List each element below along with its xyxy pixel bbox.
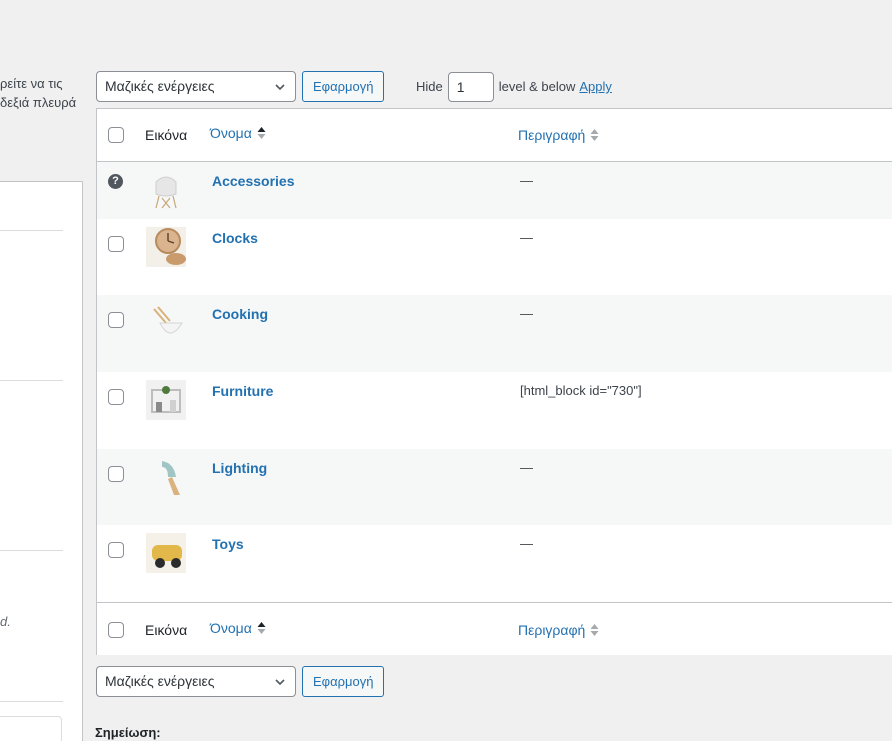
bulk-action-select[interactable]: Μαζικές ενέργειες xyxy=(96,71,296,102)
shelf-thumbnail-icon xyxy=(146,380,186,420)
note-label: Σημείωση: xyxy=(95,725,161,740)
lamp-thumbnail-icon xyxy=(162,461,180,495)
column-description-sort[interactable]: Περιγραφή xyxy=(518,622,599,638)
hide-label: Hide xyxy=(416,79,443,94)
sort-icon xyxy=(590,624,599,636)
panel-divider xyxy=(0,230,63,231)
hide-levels-control: Hide 1 level & below Apply xyxy=(416,71,612,102)
bulk-actions-top: Μαζικές ενέργειες Εφαρμογή xyxy=(96,71,385,102)
panel-divider xyxy=(0,380,63,381)
row-checkbox[interactable] xyxy=(108,312,124,328)
row-name-link[interactable]: Cooking xyxy=(212,306,268,322)
row-checkbox[interactable] xyxy=(108,542,124,558)
left-description: ρείτε να τις δεξιά πλευρά xyxy=(0,74,76,112)
panel-divider xyxy=(0,550,63,551)
bowl-thumbnail-icon xyxy=(153,306,183,334)
hide-level-input[interactable]: 1 xyxy=(447,71,494,102)
left-desc-line2: δεξιά πλευρά xyxy=(0,95,77,110)
row-checkbox[interactable] xyxy=(108,466,124,482)
row-description: [html_block id="730"] xyxy=(520,383,642,398)
clock-thumbnail-icon xyxy=(146,227,186,267)
chevron-down-icon xyxy=(275,84,285,91)
chair-thumbnail-icon xyxy=(155,176,177,209)
categories-table: Εικόνα Όνομα Περιγραφή ? Accessories — C… xyxy=(96,108,892,655)
column-description-label: Περιγραφή xyxy=(518,127,586,143)
row-description: — xyxy=(520,306,533,321)
bulk-action-selected: Μαζικές ενέργειες xyxy=(105,78,215,94)
bulk-actions-bottom: Μαζικές ενέργειες Εφαρμογή xyxy=(96,666,385,697)
bulk-action-selected: Μαζικές ενέργειες xyxy=(105,673,215,689)
hide-suffix-label: level & below xyxy=(498,79,576,94)
column-description-sort[interactable]: Περιγραφή xyxy=(518,127,599,143)
row-description: — xyxy=(520,536,533,551)
row-checkbox[interactable] xyxy=(108,389,124,405)
column-image: Εικόνα xyxy=(145,127,188,143)
column-name-sort[interactable]: Όνομα xyxy=(210,125,266,141)
left-hint-text: d. xyxy=(0,614,11,629)
row-name-link[interactable]: Clocks xyxy=(212,230,258,246)
table-row: Lighting — xyxy=(97,449,892,525)
row-description: — xyxy=(520,460,533,475)
table-header: Εικόνα Όνομα Περιγραφή xyxy=(97,109,892,162)
select-all-checkbox[interactable] xyxy=(108,127,124,143)
column-description-label: Περιγραφή xyxy=(518,622,586,638)
categories-page: ρείτε να τις δεξιά πλευρά d. Μαζικές ενέ… xyxy=(0,0,892,741)
table-row: Furniture [html_block id="730"] xyxy=(97,372,892,449)
row-name-link[interactable]: Accessories xyxy=(212,173,295,189)
bulk-apply-button-bottom[interactable]: Εφαρμογή xyxy=(302,666,385,697)
table-row: Clocks — xyxy=(97,219,892,295)
row-description: — xyxy=(520,230,533,245)
table-footer: Εικόνα Όνομα Περιγραφή xyxy=(97,602,892,655)
table-row: ? Accessories — xyxy=(97,162,892,219)
sort-icon xyxy=(590,129,599,141)
bulk-action-select-bottom[interactable]: Μαζικές ενέργειες xyxy=(96,666,296,697)
row-description: — xyxy=(520,173,533,188)
table-row: Cooking — xyxy=(97,295,892,372)
column-name-label: Όνομα xyxy=(210,620,252,636)
chevron-down-icon xyxy=(275,679,285,686)
row-checkbox[interactable] xyxy=(108,236,124,252)
bulk-apply-button[interactable]: Εφαρμογή xyxy=(302,71,385,102)
help-icon[interactable]: ? xyxy=(108,174,123,189)
row-name-link[interactable]: Lighting xyxy=(212,460,267,476)
select-all-checkbox-footer[interactable] xyxy=(108,622,124,638)
sort-asc-icon xyxy=(257,127,266,139)
hide-apply-link[interactable]: Apply xyxy=(579,79,612,94)
column-image: Εικόνα xyxy=(145,622,188,638)
table-row: Toys — xyxy=(97,525,892,602)
add-category-panel xyxy=(0,181,83,741)
row-name-link[interactable]: Toys xyxy=(212,536,244,552)
row-name-link[interactable]: Furniture xyxy=(212,383,273,399)
left-input-field[interactable] xyxy=(0,716,62,741)
panel-divider xyxy=(0,701,63,702)
toy-car-thumbnail-icon xyxy=(146,533,186,573)
column-name-sort[interactable]: Όνομα xyxy=(210,620,266,636)
column-name-label: Όνομα xyxy=(210,125,252,141)
left-desc-line1: ρείτε να τις xyxy=(0,76,63,91)
sort-asc-icon xyxy=(257,622,266,634)
